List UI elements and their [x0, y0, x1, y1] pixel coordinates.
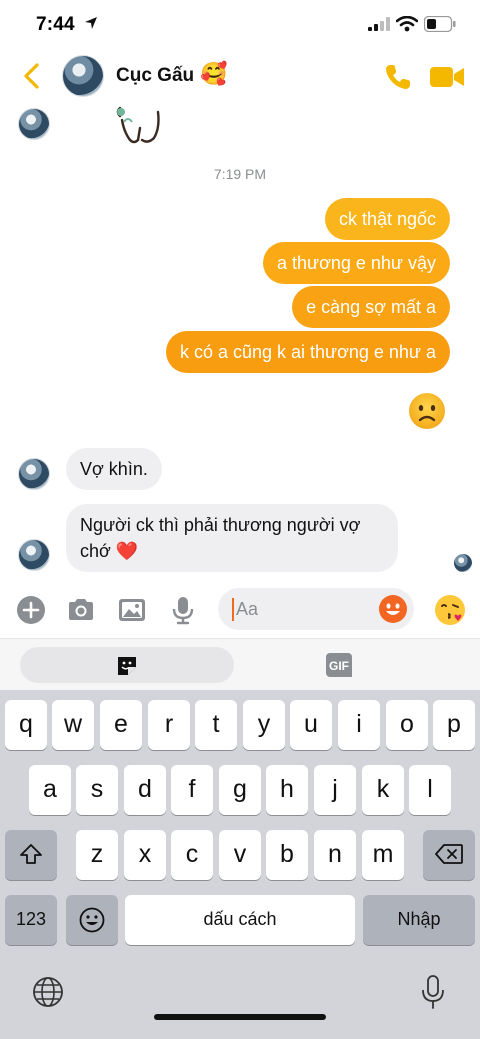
- status-time: 7:44: [36, 14, 75, 35]
- sticker-image[interactable]: [112, 102, 172, 146]
- wifi-icon: [396, 16, 418, 32]
- key[interactable]: k: [362, 765, 404, 815]
- key[interactable]: w: [52, 700, 94, 750]
- sad-face-emoji[interactable]: [408, 392, 446, 430]
- key[interactable]: u: [290, 700, 332, 750]
- key[interactable]: z: [76, 830, 118, 880]
- key[interactable]: x: [124, 830, 166, 880]
- outgoing-message[interactable]: e càng sợ mất a: [292, 286, 450, 328]
- key[interactable]: e: [100, 700, 142, 750]
- emoji-keyboard-key[interactable]: [66, 895, 118, 945]
- seen-indicator-avatar: [454, 554, 472, 572]
- key[interactable]: n: [314, 830, 356, 880]
- return-key[interactable]: Nhập: [363, 895, 475, 945]
- location-arrow-icon: [85, 17, 97, 29]
- key[interactable]: y: [243, 700, 285, 750]
- key[interactable]: v: [219, 830, 261, 880]
- outgoing-message[interactable]: a thương e như vậy: [263, 242, 450, 284]
- key[interactable]: r: [148, 700, 190, 750]
- microphone-icon[interactable]: [168, 595, 198, 625]
- video-camera-icon[interactable]: [430, 66, 464, 88]
- message-list[interactable]: 7:19 PM ck thật ngốc a thương e như vậy …: [0, 102, 480, 582]
- shift-icon: [20, 844, 42, 864]
- space-key[interactable]: dấu cách: [125, 895, 355, 945]
- key[interactable]: t: [195, 700, 237, 750]
- outgoing-message[interactable]: ck thật ngốc: [324, 198, 450, 240]
- plus-icon[interactable]: [16, 595, 46, 625]
- key[interactable]: h: [266, 765, 308, 815]
- key[interactable]: m: [362, 830, 404, 880]
- outgoing-message[interactable]: k có a cũng k ai thương e như a: [165, 331, 450, 373]
- key[interactable]: q: [5, 700, 47, 750]
- message-composer: [0, 584, 480, 636]
- media-tray-tabs: GIF: [0, 638, 480, 690]
- contact-name-emoji: 🥰: [200, 62, 228, 87]
- key[interactable]: p: [433, 700, 475, 750]
- gif-label: GIF: [329, 659, 349, 673]
- kiss-emoji-icon[interactable]: [434, 594, 466, 626]
- status-bar: 7:44: [0, 0, 480, 50]
- backspace-icon: [435, 844, 463, 864]
- message-timestamp: 7:19 PM: [213, 166, 267, 182]
- phone-icon[interactable]: [384, 63, 412, 91]
- key[interactable]: j: [314, 765, 356, 815]
- key[interactable]: l: [409, 765, 451, 815]
- key[interactable]: s: [76, 765, 118, 815]
- numbers-key[interactable]: 123: [5, 895, 57, 945]
- key[interactable]: i: [338, 700, 380, 750]
- incoming-message[interactable]: Người ck thì phải thương người vợ chớ ❤️: [66, 504, 398, 572]
- key[interactable]: o: [386, 700, 428, 750]
- contact-avatar-small: [18, 539, 50, 571]
- backspace-key[interactable]: [423, 830, 475, 880]
- camera-icon[interactable]: [66, 595, 96, 625]
- contact-avatar-small: [18, 458, 50, 490]
- key[interactable]: c: [171, 830, 213, 880]
- contact-avatar-small: [18, 108, 50, 140]
- image-icon[interactable]: [117, 595, 147, 625]
- sticker-icon: [118, 657, 136, 675]
- back-chevron-icon[interactable]: [20, 62, 44, 90]
- text-caret: [232, 598, 234, 621]
- chat-header: Cục Gấu 🥰: [0, 50, 480, 102]
- key[interactable]: g: [219, 765, 261, 815]
- emoji-face-icon: [79, 907, 105, 933]
- contact-avatar[interactable]: [62, 55, 104, 97]
- tab-gif[interactable]: GIF: [326, 653, 368, 677]
- key[interactable]: f: [171, 765, 213, 815]
- battery-icon: [424, 16, 456, 32]
- home-indicator: [154, 1014, 326, 1020]
- message-input-container[interactable]: [218, 588, 414, 630]
- smiley-icon[interactable]: [378, 594, 408, 624]
- on-screen-keyboard: q w e r t y u i o p a s d f g h j k l z …: [0, 690, 480, 1039]
- key[interactable]: a: [29, 765, 71, 815]
- dictation-microphone-icon[interactable]: [420, 974, 446, 1010]
- signal-icon: [368, 17, 390, 31]
- key[interactable]: d: [124, 765, 166, 815]
- incoming-message[interactable]: Vợ khìn.: [66, 448, 162, 490]
- shift-key[interactable]: [5, 830, 57, 880]
- key[interactable]: b: [266, 830, 308, 880]
- tab-sticker[interactable]: [20, 647, 234, 683]
- message-input[interactable]: [236, 588, 376, 630]
- globe-icon[interactable]: [32, 976, 64, 1008]
- contact-name[interactable]: Cục Gấu: [116, 65, 194, 87]
